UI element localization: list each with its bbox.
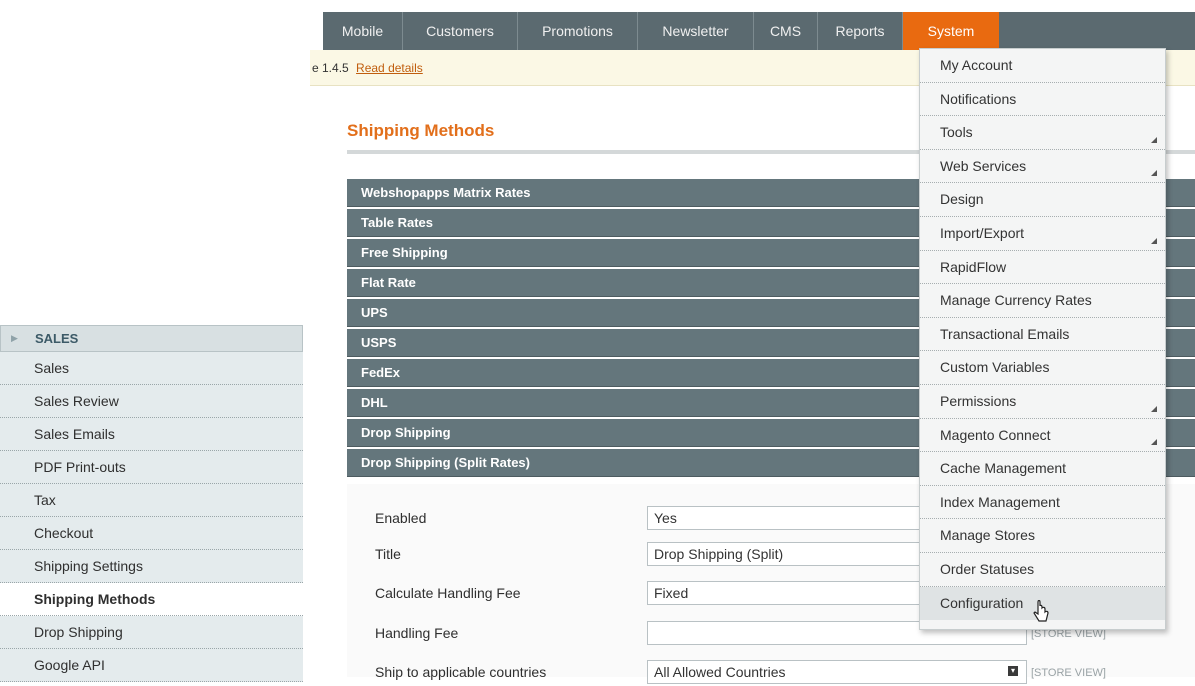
ship-to-countries-scope: [STORE VIEW] bbox=[1031, 667, 1106, 679]
ship-to-countries-select[interactable]: All Allowed Countries ▾ bbox=[647, 660, 1027, 684]
menu-item-design[interactable]: Design bbox=[920, 183, 1165, 217]
sidebar: ▶ SALES Sales Sales Review Sales Emails PDF… bbox=[0, 325, 303, 682]
menu-item-notifications[interactable]: Notifications bbox=[920, 83, 1165, 117]
sidebar-item-checkout[interactable]: Checkout bbox=[0, 517, 303, 550]
submenu-arrow-icon bbox=[1151, 170, 1157, 177]
menu-item-label: Order Statuses bbox=[940, 560, 1035, 577]
menu-item-custom-variables[interactable]: Custom Variables bbox=[920, 351, 1165, 385]
menu-item-label: Import/Export bbox=[940, 224, 1025, 241]
nav-item-cms[interactable]: CMS bbox=[754, 12, 818, 50]
menu-item-import-export[interactable]: Import/Export bbox=[920, 217, 1165, 251]
menu-item-label: My Account bbox=[940, 57, 1013, 73]
menu-item-magento-connect[interactable]: Magento Connect bbox=[920, 419, 1165, 453]
menu-item-rapidflow[interactable]: RapidFlow bbox=[920, 251, 1165, 285]
menu-item-cache-management[interactable]: Cache Management bbox=[920, 452, 1165, 486]
sidebar-item-tax[interactable]: Tax bbox=[0, 484, 303, 517]
menu-item-manage-stores[interactable]: Manage Stores bbox=[920, 519, 1165, 553]
sidebar-item-shipping-settings[interactable]: Shipping Settings bbox=[0, 550, 303, 583]
menu-item-web-services[interactable]: Web Services bbox=[920, 150, 1165, 184]
nav-item-mobile[interactable]: Mobile bbox=[323, 12, 403, 50]
nav-item-promotions[interactable]: Promotions bbox=[518, 12, 638, 50]
menu-item-label: Tools bbox=[940, 124, 973, 141]
submenu-arrow-icon bbox=[1151, 439, 1157, 446]
expand-arrow-icon: ▶ bbox=[11, 333, 18, 343]
sidebar-item-sales[interactable]: Sales bbox=[0, 352, 303, 385]
sidebar-section-label: SALES bbox=[35, 331, 79, 346]
submenu-arrow-icon bbox=[1151, 136, 1157, 143]
ship-to-countries-label: Ship to applicable countries bbox=[375, 664, 547, 680]
nav-item-customers[interactable]: Customers bbox=[403, 12, 518, 50]
nav-item-reports[interactable]: Reports bbox=[818, 12, 903, 50]
menu-item-label: Cache Management bbox=[940, 460, 1067, 477]
read-details-link[interactable]: Read details bbox=[356, 61, 423, 75]
menu-item-label: Custom Variables bbox=[940, 359, 1050, 376]
sidebar-items: Sales Sales Review Sales Emails PDF Print-o… bbox=[0, 352, 303, 682]
submenu-arrow-icon bbox=[1151, 237, 1157, 244]
menu-item-label: RapidFlow bbox=[940, 258, 1007, 275]
system-dropdown-menu: My Account Notifications Tools Web Services… bbox=[919, 48, 1166, 630]
sidebar-item-shipping-methods[interactable]: Shipping Methods bbox=[0, 583, 303, 616]
mouse-cursor-icon bbox=[1033, 600, 1049, 622]
submenu-arrow-icon bbox=[1151, 405, 1157, 412]
menu-item-tools[interactable]: Tools bbox=[920, 116, 1165, 150]
menu-item-label: Index Management bbox=[940, 493, 1060, 510]
sidebar-section-sales[interactable]: ▶ SALES bbox=[0, 325, 303, 352]
menu-item-order-statuses[interactable]: Order Statuses bbox=[920, 553, 1165, 587]
enabled-label: Enabled bbox=[375, 510, 427, 526]
menu-item-label: Transactional Emails bbox=[940, 325, 1070, 342]
sidebar-item-sales-review[interactable]: Sales Review bbox=[0, 385, 303, 418]
sidebar-item-google-api[interactable]: Google API bbox=[0, 649, 303, 682]
sidebar-item-drop-shipping[interactable]: Drop Shipping bbox=[0, 616, 303, 649]
nav-item-system[interactable]: System bbox=[903, 12, 999, 50]
sidebar-item-sales-emails[interactable]: Sales Emails bbox=[0, 418, 303, 451]
menu-item-label: Manage Stores bbox=[940, 527, 1035, 544]
menu-item-my-account[interactable]: My Account bbox=[920, 49, 1165, 83]
menu-item-manage-currency-rates[interactable]: Manage Currency Rates bbox=[920, 284, 1165, 318]
menu-item-label: Manage Currency Rates bbox=[940, 292, 1092, 309]
menu-item-label: Web Services bbox=[940, 157, 1027, 174]
menu-item-transactional-emails[interactable]: Transactional Emails bbox=[920, 318, 1165, 352]
ship-to-countries-value: All Allowed Countries bbox=[654, 664, 786, 680]
menu-item-label: Permissions bbox=[940, 392, 1017, 409]
menu-item-label: Notifications bbox=[940, 90, 1017, 107]
select-arrow-icon: ▾ bbox=[1008, 666, 1018, 676]
top-navigation: Mobile Customers Promotions Newsletter CMS Re… bbox=[323, 12, 1195, 50]
menu-item-permissions[interactable]: Permissions bbox=[920, 385, 1165, 419]
menu-item-label: Design bbox=[940, 191, 984, 208]
title-label: Title bbox=[375, 546, 401, 562]
page-title: Shipping Methods bbox=[347, 121, 495, 140]
calculate-handling-fee-label: Calculate Handling Fee bbox=[375, 585, 521, 601]
menu-item-index-management[interactable]: Index Management bbox=[920, 486, 1165, 520]
menu-item-label: Configuration bbox=[940, 594, 1024, 611]
menu-item-label: Magento Connect bbox=[940, 426, 1051, 443]
sidebar-item-pdf-print-outs[interactable]: PDF Print-outs bbox=[0, 451, 303, 484]
handling-fee-label: Handling Fee bbox=[375, 625, 459, 641]
nav-item-newsletter[interactable]: Newsletter bbox=[638, 12, 754, 50]
notice-text: e 1.4.5 bbox=[312, 61, 349, 75]
